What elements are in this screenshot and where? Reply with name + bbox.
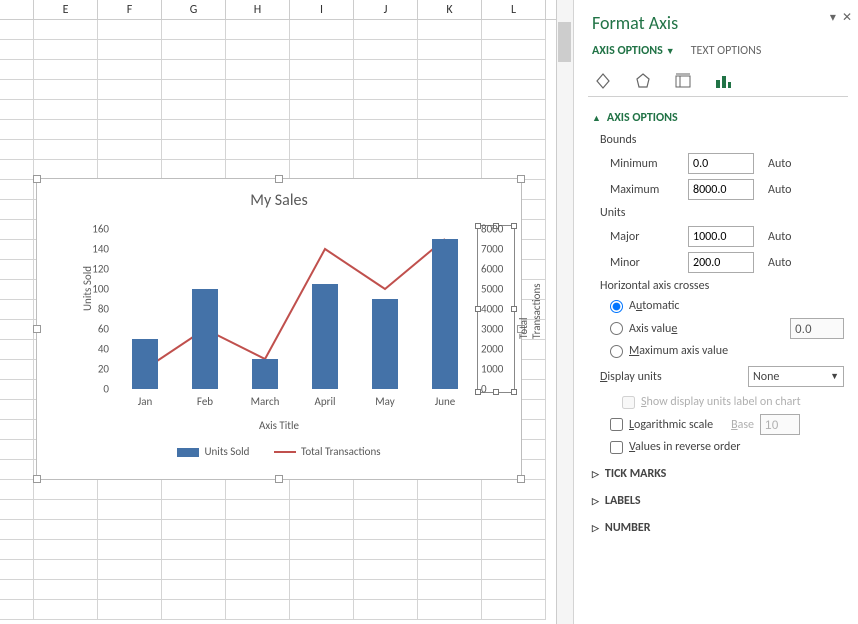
pane-close-icon[interactable]: ✕ [842,10,852,25]
col-header[interactable]: K [418,0,482,19]
units-label: Units [600,206,844,220]
col-header[interactable]: E [34,0,98,19]
units-minor-input[interactable] [688,252,754,273]
col-header[interactable]: F [98,0,162,19]
resize-handle[interactable] [275,475,283,483]
fill-line-icon[interactable] [592,70,614,92]
legend-swatch-bar [177,448,199,457]
chart-legend[interactable]: Units Sold Total Transactions [37,445,521,458]
display-units-select[interactable]: None▼ [748,366,844,387]
resize-handle[interactable] [33,175,41,183]
resize-handle[interactable] [517,175,525,183]
x-axis-title[interactable]: Axis Title [37,419,521,432]
secondary-y-axis-title[interactable]: Total Transactions [517,283,543,339]
tab-axis-options[interactable]: AXIS OPTIONS▼ [592,44,675,58]
bounds-min-auto[interactable]: Auto [768,157,791,171]
section-labels[interactable]: ▷LABELS [592,494,844,508]
hcross-axisvalue-input [790,318,844,339]
section-number[interactable]: ▷NUMBER [592,521,844,535]
reverse-order-check[interactable] [610,441,623,454]
hcross-max-radio[interactable] [610,345,623,358]
column-headers: E F G H I J K L [0,0,573,20]
resize-handle[interactable] [275,175,283,183]
plot-area[interactable]: 0204060801001201401600100020003000400050… [115,229,475,389]
resize-handle[interactable] [517,475,525,483]
hcross-label: Horizontal axis crosses [600,279,844,293]
resize-handle[interactable] [33,325,41,333]
axis-options-icon[interactable] [712,70,734,92]
hcross-axisvalue-radio[interactable] [610,322,623,335]
bounds-min-input[interactable] [688,153,754,174]
bounds-max-auto[interactable]: Auto [768,183,791,197]
chart-title[interactable]: My Sales [37,191,521,210]
legend-swatch-line [274,451,296,453]
log-scale-check[interactable] [610,418,623,431]
bounds-label: Bounds [600,133,844,147]
chart-object[interactable]: My Sales Units Sold Total Transactions 0… [36,178,522,480]
units-major-auto[interactable]: Auto [768,230,791,244]
hcross-automatic-radio[interactable] [610,300,623,313]
vertical-scrollbar[interactable] [556,0,573,624]
section-tick-marks[interactable]: ▷TICK MARKS [592,467,844,481]
size-properties-icon[interactable] [672,70,694,92]
display-units-label: Display units [600,370,662,384]
hcross-axisvalue-label: Axis value [629,322,677,336]
pane-options-icon[interactable]: ▾ [830,10,836,25]
units-minor-auto[interactable]: Auto [768,256,791,270]
col-header[interactable]: L [482,0,546,19]
col-header[interactable]: H [226,0,290,19]
show-units-label-check [622,396,635,409]
bounds-max-input[interactable] [688,179,754,200]
pane-title: Format Axis [592,12,844,34]
spreadsheet-grid[interactable]: E F G H I J K L My Sales Units Sold Tota… [0,0,573,624]
tab-text-options[interactable]: TEXT OPTIONS [691,44,762,58]
effects-icon[interactable] [632,70,654,92]
section-axis-options[interactable]: ▲AXIS OPTIONS [592,111,844,125]
col-header[interactable]: G [162,0,226,19]
col-header[interactable]: J [354,0,418,19]
format-axis-pane: ▾ ✕ Format Axis AXIS OPTIONS▼ TEXT OPTIO… [573,0,858,624]
resize-handle[interactable] [33,475,41,483]
units-major-input[interactable] [688,226,754,247]
log-base-input [760,414,800,435]
col-header[interactable]: I [290,0,354,19]
